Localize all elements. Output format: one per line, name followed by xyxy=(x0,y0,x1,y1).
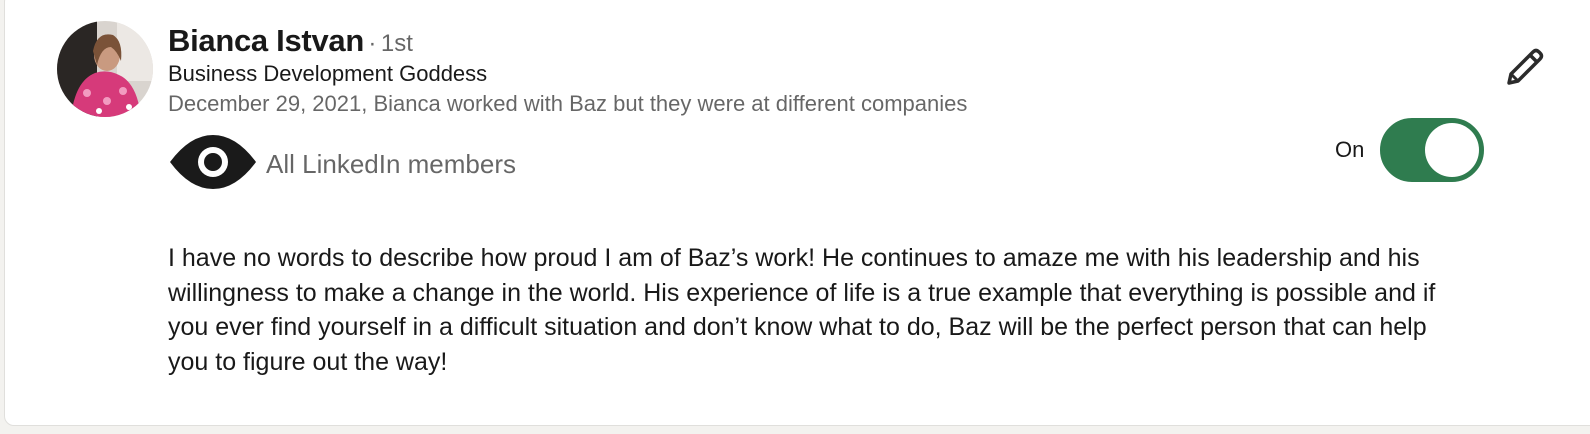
avatar[interactable] xyxy=(57,21,153,117)
recommender-headline: Business Development Goddess xyxy=(168,61,488,86)
visibility-label: All LinkedIn members xyxy=(266,148,516,179)
name-separator: · xyxy=(368,30,377,57)
toggle-label: On xyxy=(1335,137,1365,162)
visibility-toggle[interactable] xyxy=(1380,118,1485,182)
toggle-knob xyxy=(1425,123,1480,177)
recommendation-card: Bianca Istvan · 1st Business Development… xyxy=(4,0,1590,426)
eye-icon xyxy=(168,133,258,196)
pencil-icon xyxy=(1503,45,1547,94)
connection-degree: 1st xyxy=(380,30,413,57)
visibility-indicator: All LinkedIn members xyxy=(168,133,516,196)
relationship-description: December 29, 2021, Bianca worked with Ba… xyxy=(168,91,968,116)
recommender-name[interactable]: Bianca Istvan xyxy=(168,23,364,58)
name-row: Bianca Istvan · 1st xyxy=(168,23,413,59)
visibility-toggle-group: On xyxy=(1335,118,1485,182)
edit-button[interactable] xyxy=(1499,43,1551,95)
recommendation-text: I have no words to describe how proud I … xyxy=(168,244,1436,376)
